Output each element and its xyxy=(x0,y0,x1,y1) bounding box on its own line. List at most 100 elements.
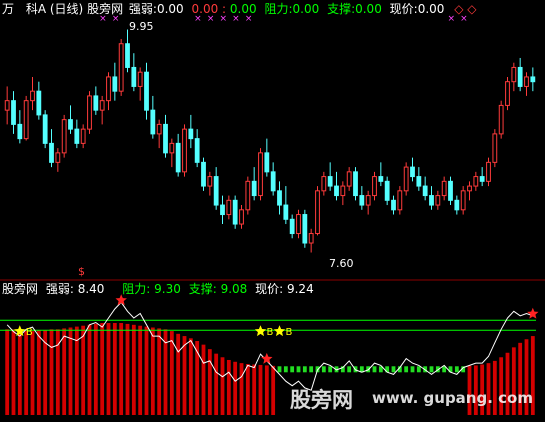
indicator-bar-red xyxy=(138,325,143,415)
bottom-support-label: 支撑: xyxy=(188,282,217,296)
indicator-bar-red xyxy=(131,324,136,415)
candle-body xyxy=(99,100,105,111)
candle-body xyxy=(232,199,238,225)
indicator-bar-red xyxy=(150,327,155,415)
watermark-url: www. gupang. com xyxy=(372,389,533,407)
indicator-bar-green xyxy=(410,366,415,373)
indicator-bar-green xyxy=(302,366,307,373)
candle-body xyxy=(346,171,352,187)
candle-body xyxy=(270,171,276,192)
candle-body xyxy=(125,43,130,68)
candle-body xyxy=(384,180,390,201)
low-price-label: 7.60 xyxy=(329,257,354,270)
candle-body xyxy=(422,185,428,197)
candle-body xyxy=(517,66,523,87)
indicator-bar-green xyxy=(404,366,409,373)
top-resistance-value: 0.00 xyxy=(292,2,320,16)
indicator-bar-red xyxy=(30,331,35,415)
candle-body xyxy=(302,214,308,244)
candle-body xyxy=(429,195,434,206)
candle-body xyxy=(391,199,396,211)
candle-body xyxy=(403,166,409,192)
indicator-bar-red xyxy=(201,344,206,415)
indicator-bar-red xyxy=(264,365,269,415)
symbol-name[interactable]: 科A (日线) xyxy=(26,2,83,16)
indicator-bar-green xyxy=(391,366,396,373)
top-price-value: 0.00 xyxy=(417,2,445,16)
candle-body xyxy=(61,119,67,154)
indicator-bar-red xyxy=(176,333,181,415)
candle-body xyxy=(42,114,48,144)
candle-body xyxy=(213,176,219,206)
candle-body xyxy=(4,100,10,111)
candle-body xyxy=(258,152,263,197)
candle-body xyxy=(80,128,86,144)
bottom-strength-value: 8.40 xyxy=(77,282,105,296)
candle-body xyxy=(36,90,42,116)
bottom-resistance-value: 9.30 xyxy=(154,282,181,296)
candle-body xyxy=(511,66,517,83)
indicator-bar-red xyxy=(68,327,73,415)
indicator-bar-red xyxy=(226,359,231,415)
candle-body xyxy=(30,90,35,102)
candle-body xyxy=(410,166,415,178)
candle-body xyxy=(169,142,175,154)
candle-body xyxy=(163,123,168,154)
indicator-bar-green xyxy=(321,366,326,373)
indicator-bar-red xyxy=(119,323,124,415)
candle-body xyxy=(207,176,213,187)
candle-body xyxy=(175,142,181,173)
candle-body xyxy=(239,209,244,225)
top-end-marks: ◇ ◇ xyxy=(454,2,477,16)
candle-body xyxy=(11,100,16,125)
candle-body xyxy=(505,81,510,106)
candle-body xyxy=(118,43,124,92)
candle-body xyxy=(530,76,536,83)
top-value-1: 0.00 xyxy=(191,2,219,16)
high-price-label: 9.95 xyxy=(129,20,154,33)
top-support-label: 支撑: xyxy=(327,2,356,16)
candle-body xyxy=(359,195,365,206)
top-indicator-name: 股旁网 xyxy=(87,2,124,16)
peak-star xyxy=(527,307,539,319)
indicator-bar-red xyxy=(87,324,92,415)
buy-signal-label: B xyxy=(286,327,293,338)
indicator-bar-green xyxy=(454,366,459,373)
indicator-bar-red xyxy=(271,365,276,415)
candle-body xyxy=(112,76,118,92)
watermark-brand: 股旁网 xyxy=(290,388,353,412)
candle-body xyxy=(144,71,149,111)
candle-body xyxy=(340,185,346,197)
indicator-bar-red xyxy=(207,349,212,415)
bottom-price-label: 现价: xyxy=(255,282,284,296)
candle-body xyxy=(435,195,441,206)
indicator-bar-green xyxy=(283,366,288,373)
top-support-value: 0.00 xyxy=(355,2,382,16)
indicator-bar-green xyxy=(309,366,314,373)
candle-body xyxy=(365,195,371,206)
candle-body xyxy=(308,233,314,244)
candle-body xyxy=(245,180,251,211)
indicator-bar-red xyxy=(239,363,244,415)
candle-body xyxy=(492,133,498,163)
candle-body xyxy=(289,218,295,235)
indicator-bar-red xyxy=(11,329,16,415)
candle-body xyxy=(188,128,194,140)
candle-body xyxy=(334,185,339,197)
candle-body xyxy=(68,119,73,130)
indicator-bar-red xyxy=(252,364,257,415)
candle-body xyxy=(372,176,377,197)
candle-body xyxy=(106,76,111,102)
symbol-prefix: 万 xyxy=(2,2,15,16)
indicator-bar-red xyxy=(112,323,117,415)
candle-body xyxy=(321,176,327,192)
indicator-bar-red xyxy=(5,329,10,415)
candle-body xyxy=(479,176,485,182)
indicator-bar-red xyxy=(24,331,29,415)
candle-body xyxy=(156,123,162,135)
indicator-bar-red xyxy=(182,336,187,415)
bottom-resistance-label: 阻力: xyxy=(122,282,151,296)
candle-body xyxy=(194,138,200,163)
top-strength-value: 0.00 xyxy=(156,2,184,16)
bottom-price-value: 9.24 xyxy=(286,282,314,296)
